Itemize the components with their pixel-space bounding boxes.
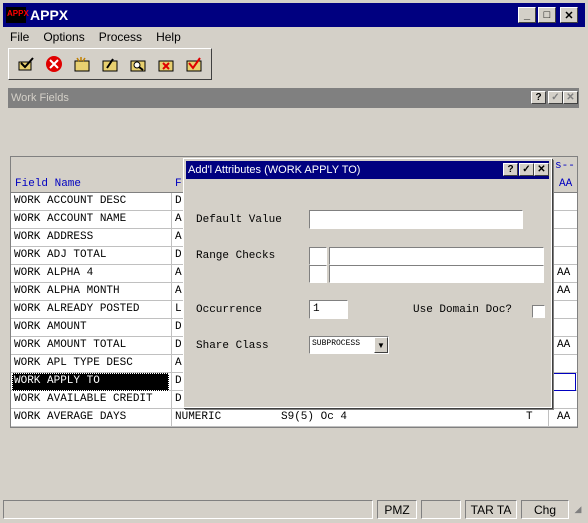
default-value-label: Default Value [196,214,282,226]
work-fields-title: Work Fields [11,92,69,104]
add-record-icon[interactable] [72,55,92,73]
share-class-label: Share Class [196,340,269,352]
share-class-select[interactable]: SUBPROCESS ▼ [309,336,389,354]
use-domain-doc-label: Use Domain Doc? [413,304,513,316]
range-checks-label: Range Checks [196,250,276,262]
range-check-value-1[interactable] [329,247,544,265]
header-field-name: Field Name [15,178,82,190]
appx-logo-icon: APPX [6,7,29,23]
close-button[interactable]: ✕ [560,7,578,23]
status-message-pane [3,500,373,519]
chevron-down-icon[interactable]: ▼ [374,337,388,353]
cancel-icon[interactable] [44,55,64,73]
share-class-value: SUBPROCESS [312,339,361,348]
inquire-record-icon[interactable] [128,55,148,73]
status-bar: PMZ TAR TA Chg ◢ [3,499,585,520]
table-row[interactable]: WORK AVERAGE DAYS NUMERIC S9(5) Oc 4 T AA [11,409,577,427]
change-record-icon[interactable] [100,55,120,73]
default-value-field[interactable] [309,210,523,229]
dialog-title-bar: Add'l Attributes (WORK APPLY TO) ? ✓ ✕ [186,161,549,179]
status-pane-blank [421,500,461,519]
review-record-icon[interactable] [184,55,204,73]
focus-cell-outline [549,373,576,391]
close-button[interactable]: ✕ [563,91,578,104]
ok-button[interactable]: ✓ [548,91,563,104]
maximize-button[interactable]: □ [538,7,556,23]
status-pane-pmz: PMZ [377,500,417,519]
range-check-value-2[interactable] [329,265,544,283]
addl-attributes-dialog: Add'l Attributes (WORK APPLY TO) ? ✓ ✕ D… [183,158,552,408]
menu-bar: File Options Process Help [3,27,585,47]
app-title: APPX [30,7,69,23]
resize-grip-icon[interactable]: ◢ [571,500,585,519]
header-type: F [175,178,182,190]
occurrence-field[interactable]: 1 [309,300,348,319]
range-check-op-1[interactable] [309,247,327,265]
help-button[interactable]: ? [531,91,546,104]
dialog-close-button[interactable]: ✕ [534,163,549,176]
header-aa: AA [559,178,573,190]
delete-record-icon[interactable] [156,55,176,73]
status-pane-tar: TAR TA [465,500,517,519]
toolbar [8,48,212,80]
minimize-button[interactable]: _ [518,7,536,23]
menu-file[interactable]: File [3,30,36,44]
work-fields-title-bar: Work Fields ? ✓ ✕ [8,88,579,108]
dialog-title: Add'l Attributes (WORK APPLY TO) [188,164,361,176]
use-domain-doc-checkbox[interactable] [532,305,545,318]
header-right-fragment: s-- [555,160,575,172]
occurrence-label: Occurrence [196,304,263,316]
menu-process[interactable]: Process [92,30,149,44]
app-title-bar: APPX APPX _ □ ✕ [3,3,585,27]
dialog-help-button[interactable]: ? [503,163,518,176]
menu-options[interactable]: Options [36,30,91,44]
ok-check-icon[interactable] [16,55,36,73]
dialog-ok-button[interactable]: ✓ [519,163,534,176]
menu-help[interactable]: Help [149,30,188,44]
status-pane-mode: Chg [521,500,569,519]
range-check-op-2[interactable] [309,265,327,283]
